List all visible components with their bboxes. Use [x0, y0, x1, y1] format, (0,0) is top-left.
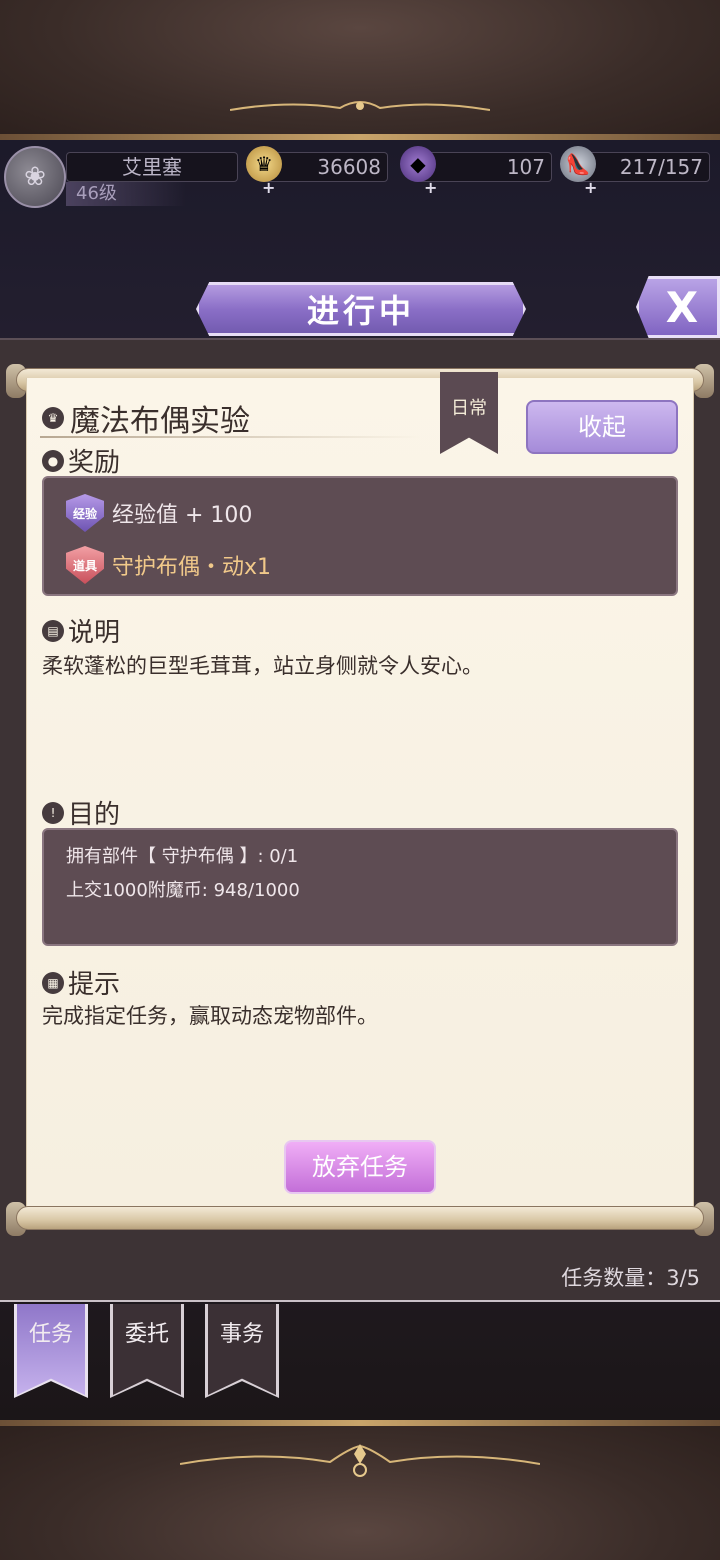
tab-divider: [0, 1300, 720, 1302]
reward-exp-row: 经验 经验值 + 100: [66, 494, 252, 532]
quest-title-text: 魔法布偶实验: [70, 404, 250, 439]
quest-count: 任务数量：3/5: [561, 1266, 700, 1290]
exp-badge-icon: 经验: [66, 494, 104, 532]
exclamation-icon: !: [42, 801, 64, 824]
add-gold-button[interactable]: +: [262, 178, 275, 197]
reward-exp-text: 经验值 + 100: [112, 503, 253, 528]
reward-item-row[interactable]: 道具 守护布偶・动x1: [66, 546, 271, 584]
abandon-quest-button[interactable]: 放弃任务: [284, 1140, 436, 1194]
hint-text: 完成指定任务，赢取动态宠物部件。: [42, 1004, 378, 1028]
add-stamina-button[interactable]: +: [584, 178, 597, 197]
ornament-icon: [180, 1444, 540, 1477]
objective-box: 拥有部件【 守护布偶 】: 0/1 上交1000附魔币: 948/1000: [42, 828, 678, 946]
ornament-icon: [230, 101, 490, 111]
description-heading: ▤ 说明: [42, 612, 120, 649]
description-heading-text: 说明: [68, 618, 121, 648]
top-frame: [0, 0, 720, 140]
page-title: 进行中: [196, 282, 526, 336]
player-name: 艾里塞: [66, 152, 238, 182]
close-button[interactable]: X: [636, 276, 720, 338]
gold-coin-icon: ♛: [246, 146, 282, 182]
description-text: 柔软蓬松的巨型毛茸茸，站立身侧就令人安心。: [42, 654, 483, 678]
objective-item: 拥有部件【 守护布偶 】: 0/1: [66, 846, 299, 867]
title-underline: [40, 436, 420, 438]
quest-title: ♛ 魔法布偶实验: [42, 396, 250, 440]
tab-commissions-label: 委托: [124, 1322, 169, 1347]
gem-icon: ◆: [400, 146, 436, 182]
add-gem-button[interactable]: +: [424, 178, 437, 197]
reward-box: 经验 经验值 + 100 道具 守护布偶・动x1: [42, 476, 678, 596]
reward-heading: ● 奖励: [42, 442, 120, 479]
gold-value: 36608: [317, 155, 381, 179]
tab-affairs-label: 事务: [219, 1322, 264, 1347]
gift-icon: ●: [42, 449, 64, 472]
scroll-rod-bottom: [16, 1206, 704, 1230]
collapse-button[interactable]: 收起: [526, 400, 678, 454]
crown-icon: ♛: [42, 407, 64, 429]
item-badge-icon: 道具: [66, 546, 104, 584]
note-icon: ▦: [42, 971, 64, 994]
goal-heading: ! 目的: [42, 794, 120, 831]
tab-quests-label: 任务: [28, 1322, 73, 1347]
objective-item: 上交1000附魔币: 948/1000: [66, 880, 300, 901]
book-icon: ▤: [42, 619, 64, 642]
stamina-value: 217/157: [619, 155, 703, 179]
gem-value: 107: [506, 155, 545, 179]
reward-heading-text: 奖励: [68, 448, 121, 478]
close-icon: X: [665, 282, 699, 332]
hint-heading: ▦ 提示: [42, 964, 120, 1001]
player-level: 46级: [66, 182, 186, 206]
goal-heading-text: 目的: [68, 800, 121, 830]
hint-heading-text: 提示: [68, 970, 121, 1000]
avatar[interactable]: ❀: [4, 146, 66, 208]
reward-item-text: 守护布偶・动x1: [112, 555, 272, 580]
glass-slipper-icon: 👠: [560, 146, 596, 182]
